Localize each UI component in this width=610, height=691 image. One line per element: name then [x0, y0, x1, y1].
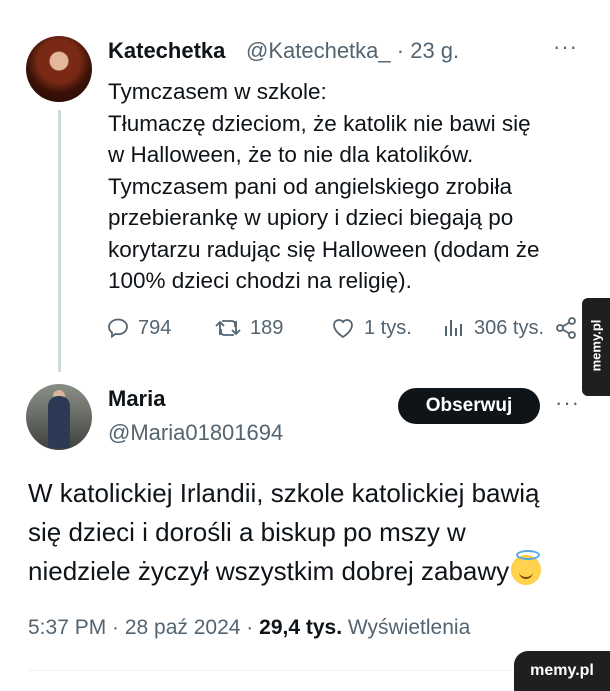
- tweet-text-line: 100% dzieci chodzi na religię).: [108, 268, 412, 293]
- tweet-text-line: przebierankę w upiory i dzieci biegają p…: [108, 205, 514, 230]
- tweet-meta: 5:37 PM · 28 paź 2024 · 29,4 tys. Wyświe…: [28, 616, 470, 640]
- author-name[interactable]: Maria: [108, 386, 165, 412]
- divider: [28, 670, 512, 671]
- avatar-katechetka[interactable]: [26, 36, 92, 102]
- reply-count: 794: [138, 316, 172, 339]
- tweet-text-line: niedziele życzył wszystkim dobrej zabawy: [28, 550, 588, 591]
- author-handle-time: @Katechetka_ · 23 g.: [246, 38, 459, 64]
- more-options-button[interactable]: ···: [553, 34, 578, 60]
- thread-connector-line: [58, 110, 61, 372]
- author-name[interactable]: Katechetka: [108, 38, 225, 64]
- tweet-text-line: W katolickiej Irlandii, szkole katolicki…: [28, 478, 540, 508]
- avatar-maria[interactable]: [26, 384, 92, 450]
- views-icon: [442, 316, 466, 340]
- views-count: 306 tys.: [474, 316, 545, 339]
- tweet-text-line: korytarzu radując się Halloween (dodam ż…: [108, 236, 540, 262]
- side-watermark: memy.pl: [582, 298, 610, 396]
- tweet-text: W katolickiej Irlandii, szkole katolicki…: [28, 474, 588, 591]
- author-handle[interactable]: @Katechetka_: [246, 38, 391, 63]
- reply-icon: [106, 316, 130, 340]
- tweet-text-line: się dzieci i dorośli a biskup po mszy w: [28, 517, 466, 547]
- views-count: 29,4 tys.: [259, 616, 343, 639]
- author-handle[interactable]: @Maria01801694: [108, 420, 283, 446]
- post-timestamp[interactable]: 5:37 PM · 28 paź 2024 ·: [28, 616, 253, 639]
- retweet-button[interactable]: 189: [214, 316, 283, 340]
- share-button[interactable]: [554, 316, 578, 340]
- bottom-watermark: memy.pl: [514, 651, 610, 691]
- retweet-count: 189: [250, 316, 284, 339]
- halo-smile-emoji: [511, 550, 542, 585]
- reply-button[interactable]: 794: [106, 316, 171, 340]
- tweet-text-line: Tłumaczę dzieciom, że katolik nie bawi s…: [108, 110, 531, 136]
- more-options-button[interactable]: ···: [555, 390, 580, 416]
- share-icon: [554, 316, 578, 340]
- tweet-text: Tymczasem w szkole: Tłumaczę dzieciom, ż…: [108, 76, 578, 297]
- tweet-text-line: Tymczasem pani od angielskiego zrobiła: [108, 173, 512, 199]
- tweet-text-line: w Halloween, że to nie dla katolików.: [108, 142, 474, 167]
- like-count: 1 tys.: [364, 316, 412, 339]
- views-button[interactable]: 306 tys.: [442, 316, 544, 340]
- like-icon: [330, 316, 356, 340]
- follow-button[interactable]: Obserwuj: [398, 388, 540, 424]
- post-time[interactable]: · 23 g.: [397, 38, 459, 63]
- views-label: Wyświetlenia: [347, 616, 471, 639]
- retweet-icon: [214, 316, 242, 340]
- tweet-text-line: Tymczasem w szkole:: [108, 79, 327, 104]
- like-button[interactable]: 1 tys.: [330, 316, 412, 340]
